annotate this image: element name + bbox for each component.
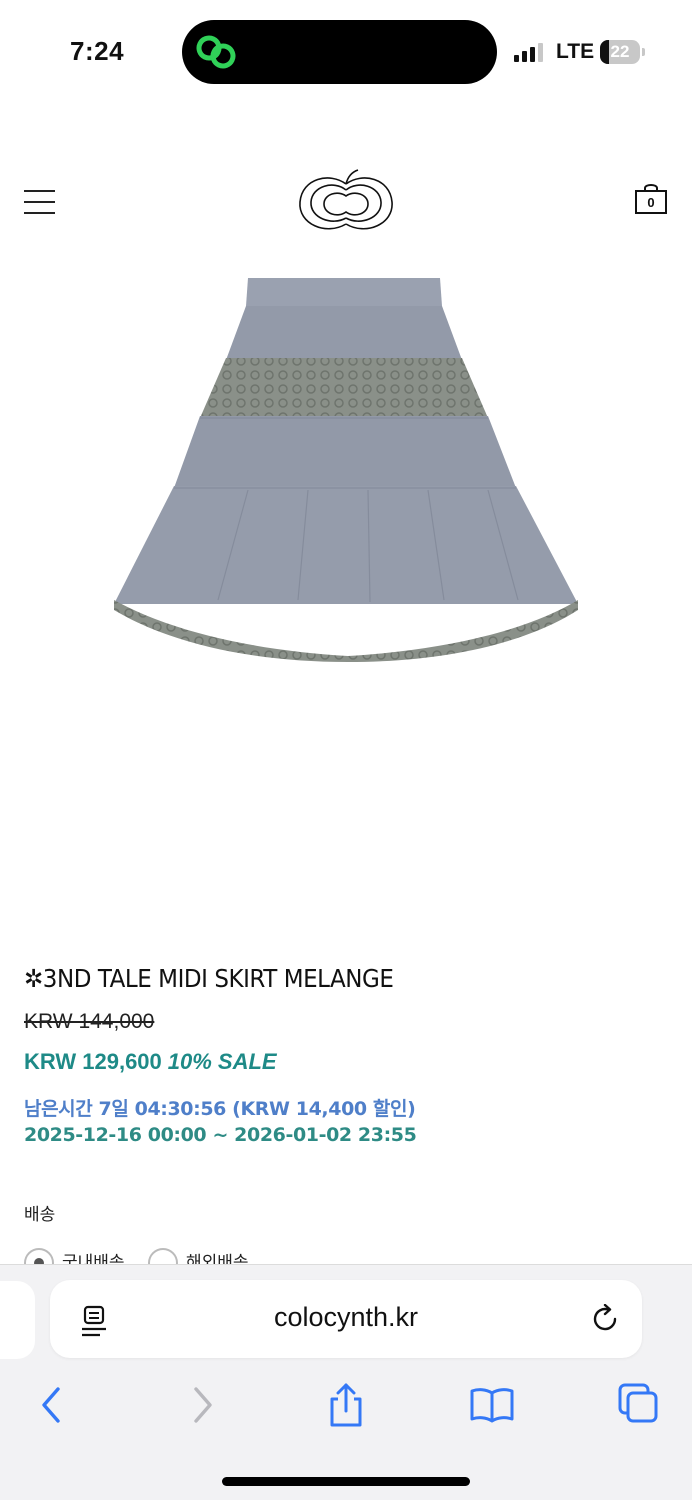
hamburger-menu-icon[interactable] [24,188,56,216]
dynamic-island [182,20,497,84]
cart-button[interactable]: 0 [634,182,668,216]
home-indicator [222,1477,470,1486]
share-icon[interactable] [324,1383,368,1427]
product-title: ✲3ND TALE MIDI SKIRT MELANGE [24,964,394,993]
status-time: 7:24 [70,36,125,66]
forward-icon[interactable] [180,1383,224,1427]
previous-tab-preview[interactable] [0,1281,35,1359]
address-bar[interactable]: colocynth.kr [50,1280,642,1358]
cart-count: 0 [647,195,655,210]
address-url[interactable]: colocynth.kr [50,1302,642,1333]
sale-price: KRW 129,600 [24,1049,162,1074]
back-icon[interactable] [30,1383,74,1427]
sale-price-line: KRW 129,600 10% SALE [24,1049,277,1075]
bookmarks-icon[interactable] [470,1383,514,1427]
cellular-signal-icon [514,43,543,62]
sale-badge: 10% SALE [167,1049,277,1074]
brand-logo[interactable] [296,164,396,236]
battery-icon: 22 [600,40,646,64]
tabs-icon[interactable] [616,1383,660,1427]
reload-icon[interactable] [590,1304,620,1334]
link-activity-icon [196,35,236,69]
battery-level: 22 [610,42,630,61]
original-price: KRW 144,000 [24,1010,155,1033]
sale-countdown: 남은시간 7일 04:30:56 (KRW 14,400 할인) [24,1098,416,1120]
product-image[interactable] [108,270,584,662]
network-type: LTE [556,40,595,63]
shipping-label: 배송 [24,1205,56,1225]
sale-period: 2025-12-16 00:00 ~ 2026-01-02 23:55 [24,1124,417,1146]
browser-toolbar: colocynth.kr [0,1264,692,1500]
